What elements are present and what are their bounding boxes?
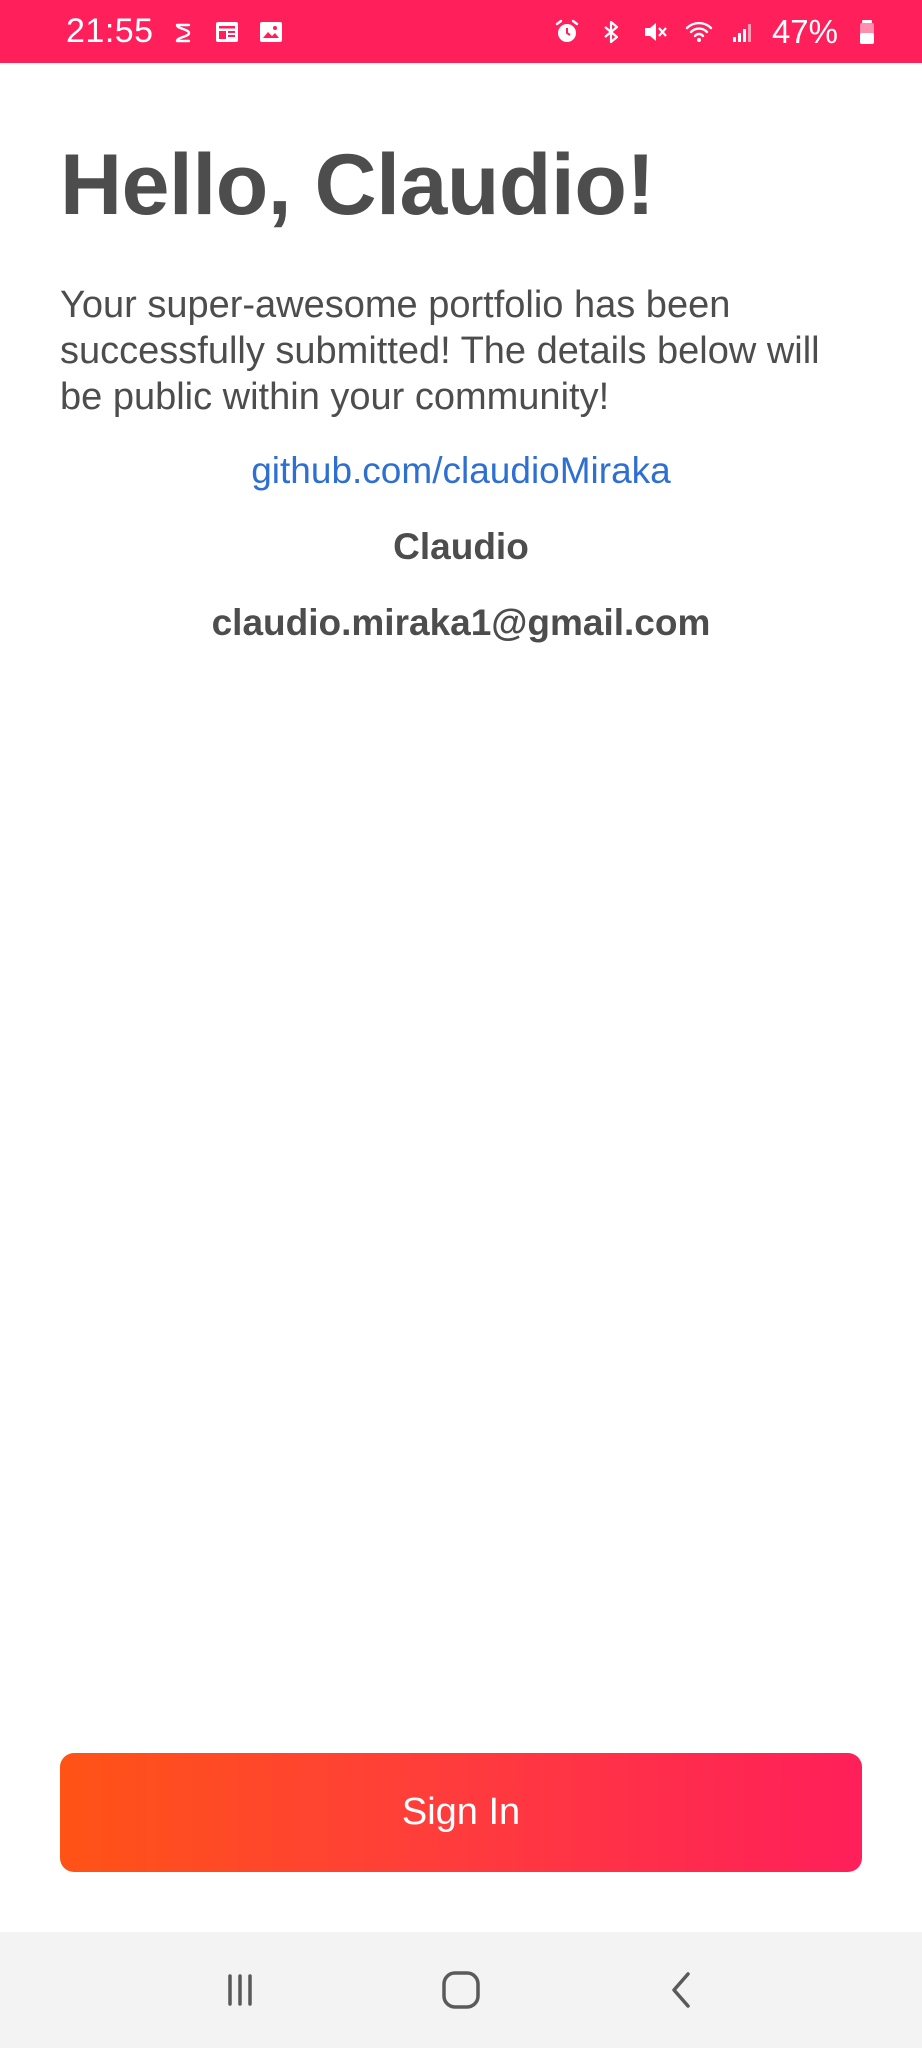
- gallery-icon: [256, 17, 286, 47]
- recent-apps-icon: [228, 1974, 253, 2006]
- recent-apps-button[interactable]: [200, 1950, 280, 2030]
- greeting-title: Hello, Claudio!: [60, 137, 655, 233]
- status-bar: 21:55 47%: [0, 0, 922, 63]
- news-icon: [212, 17, 242, 47]
- user-name: Claudio: [393, 526, 529, 567]
- alarm-icon: [552, 17, 582, 47]
- status-bar-right: 47%: [552, 13, 882, 51]
- wifi-icon: [684, 17, 714, 47]
- back-button[interactable]: [642, 1950, 722, 2030]
- portfolio-details: github.com/claudioMiraka Claudio claudio…: [60, 448, 862, 646]
- battery-percent: 47%: [771, 12, 838, 50]
- status-time: 21:55: [66, 12, 154, 50]
- home-icon: [442, 1971, 480, 2009]
- home-button[interactable]: [421, 1950, 501, 2030]
- bluetooth-icon: [596, 17, 626, 47]
- user-email: claudio.miraka1@gmail.com: [211, 602, 711, 643]
- sync-icon: [168, 17, 198, 47]
- github-link[interactable]: github.com/claudioMiraka: [60, 448, 862, 494]
- battery-icon: [852, 17, 882, 47]
- signal-icon: [728, 17, 758, 47]
- mute-icon: [640, 17, 670, 47]
- submission-message: Your super-awesome portfolio has been su…: [60, 284, 820, 418]
- status-bar-left: 21:55: [66, 12, 286, 51]
- navigation-bar: [0, 1932, 922, 2048]
- sign-in-button[interactable]: Sign In: [60, 1753, 862, 1872]
- back-icon: [671, 1972, 690, 2008]
- main-content: Hello, Claudio! Your super-awesome portf…: [60, 130, 862, 646]
